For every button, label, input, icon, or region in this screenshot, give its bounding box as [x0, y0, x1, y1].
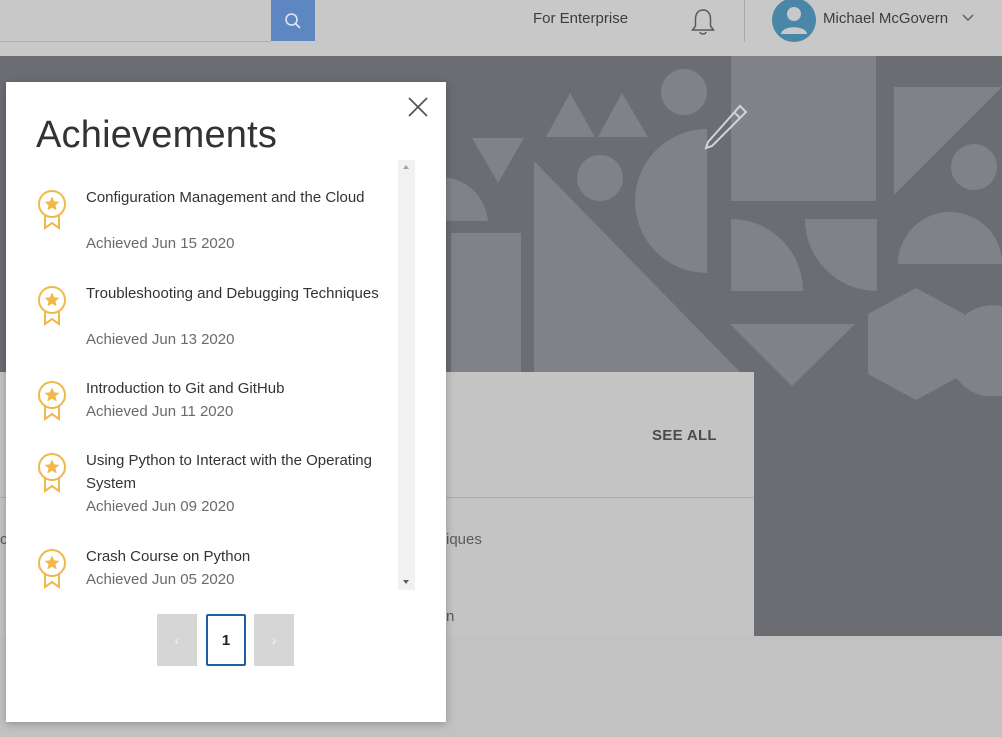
- achievement-name[interactable]: Configuration Management and the Cloud: [86, 186, 386, 209]
- achievement-badge-icon: [38, 549, 66, 589]
- search-button[interactable]: [271, 0, 315, 41]
- for-enterprise-link[interactable]: For Enterprise: [533, 10, 628, 27]
- achievement-date: Achieved Jun 11 2020: [86, 403, 234, 420]
- current-page-button[interactable]: 1: [206, 614, 246, 666]
- achievements-modal: Achievements Configuration Management an…: [6, 82, 446, 722]
- achievement-date: Achieved Jun 05 2020: [86, 571, 235, 588]
- see-all-link[interactable]: SEE ALL: [652, 427, 717, 444]
- modal-title: Achievements: [36, 114, 278, 156]
- previous-page-button[interactable]: ‹: [157, 614, 197, 666]
- course-title-1[interactable]: iques: [446, 531, 482, 548]
- user-icon: [781, 7, 807, 34]
- chevron-down-icon[interactable]: [962, 14, 974, 22]
- next-page-button[interactable]: ›: [254, 614, 294, 666]
- achievement-name[interactable]: Troubleshooting and Debugging Techniques: [86, 282, 386, 305]
- user-name[interactable]: Michael McGovern: [823, 10, 948, 27]
- close-icon[interactable]: [406, 95, 430, 119]
- nav-divider: [744, 0, 745, 42]
- course-title-2[interactable]: n: [446, 608, 454, 625]
- avatar[interactable]: [772, 0, 816, 42]
- achievements-list[interactable]: Configuration Management and the Cloud A…: [36, 160, 414, 590]
- achievement-name[interactable]: Introduction to Git and GitHub: [86, 377, 386, 400]
- achievement-badge-icon: [38, 381, 66, 421]
- achievement-badge-icon: [38, 453, 66, 493]
- achievement-date: Achieved Jun 09 2020: [86, 498, 235, 515]
- achievement-name[interactable]: Crash Course on Python: [86, 545, 386, 568]
- bell-icon[interactable]: [689, 7, 717, 37]
- search-input[interactable]: [0, 0, 271, 42]
- achievement-date: Achieved Jun 13 2020: [86, 331, 235, 348]
- search-icon: [285, 12, 301, 29]
- top-nav: For Enterprise Michael McGovern: [0, 0, 1002, 57]
- achievement-badge-icon: [38, 286, 66, 326]
- achievement-name[interactable]: Using Python to Interact with the Operat…: [86, 449, 386, 495]
- scrollbar[interactable]: [398, 160, 415, 590]
- achievement-badge-icon: [38, 190, 66, 230]
- scroll-down-arrow-icon[interactable]: [403, 580, 409, 584]
- scroll-up-arrow-icon[interactable]: [403, 165, 409, 169]
- achievement-date: Achieved Jun 15 2020: [86, 235, 235, 252]
